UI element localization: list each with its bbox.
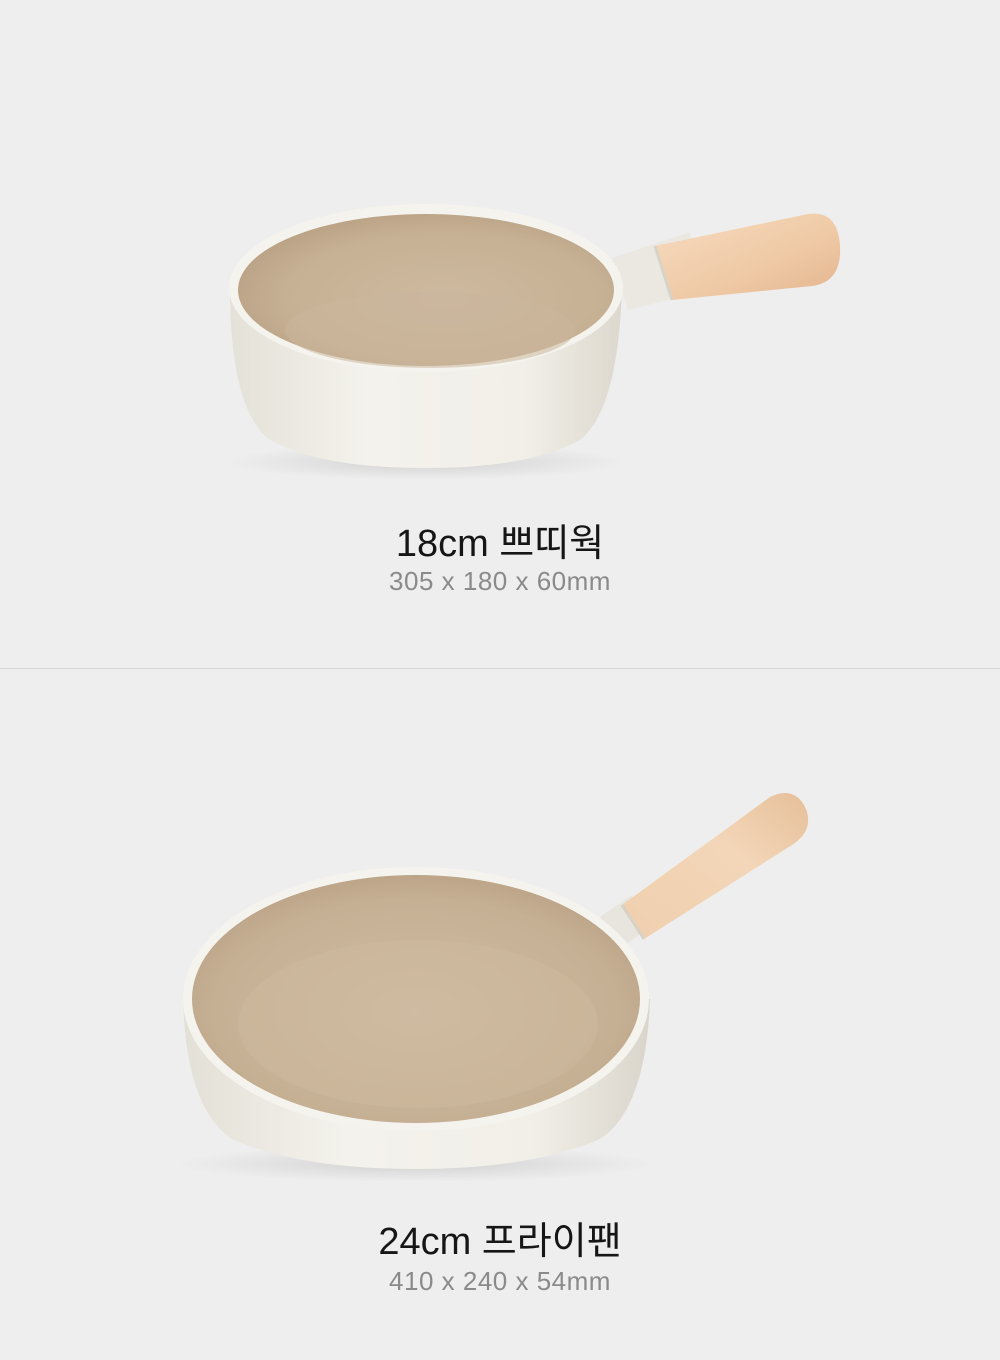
product-detail-page: 18cm 쁘띠웍 305 x 180 x 60mm 24cm 프라이팬 410 … <box>0 0 1000 1360</box>
product-card-wok: 18cm 쁘띠웍 305 x 180 x 60mm <box>0 0 1000 668</box>
product-card-frying-pan: 24cm 프라이팬 410 x 240 x 54mm <box>0 669 1000 1360</box>
product-dimensions: 410 x 240 x 54mm <box>389 1266 611 1296</box>
wok-handle <box>612 213 841 310</box>
product-dimensions: 305 x 180 x 60mm <box>389 566 611 596</box>
pan-handle <box>600 793 809 949</box>
frying-pan-image <box>175 793 809 1182</box>
wok-pan-image <box>225 204 841 480</box>
product-title: 18cm 쁘띠웍 <box>395 523 605 565</box>
product-title: 24cm 프라이팬 <box>378 1221 622 1263</box>
